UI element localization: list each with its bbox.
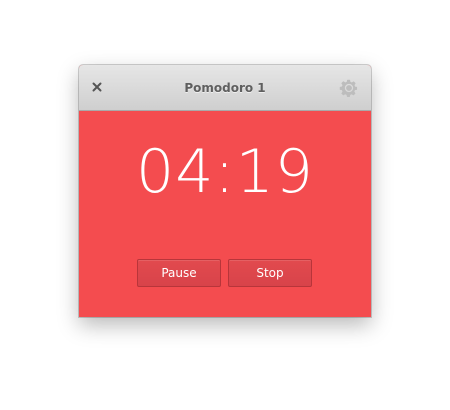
- close-icon: [92, 82, 102, 92]
- titlebar: Pomodoro 1: [79, 65, 371, 111]
- pause-button[interactable]: Pause: [137, 259, 221, 287]
- close-button[interactable]: [89, 79, 105, 95]
- pomodoro-window: Pomodoro 1 04:19 Pause Stop: [79, 65, 371, 317]
- timer-display: 04:19: [136, 137, 314, 207]
- gear-icon: [339, 79, 358, 97]
- settings-button[interactable]: [338, 77, 360, 99]
- window-title: Pomodoro 1: [184, 81, 266, 95]
- timer-panel: 04:19 Pause Stop: [79, 111, 371, 317]
- stop-button[interactable]: Stop: [228, 259, 312, 287]
